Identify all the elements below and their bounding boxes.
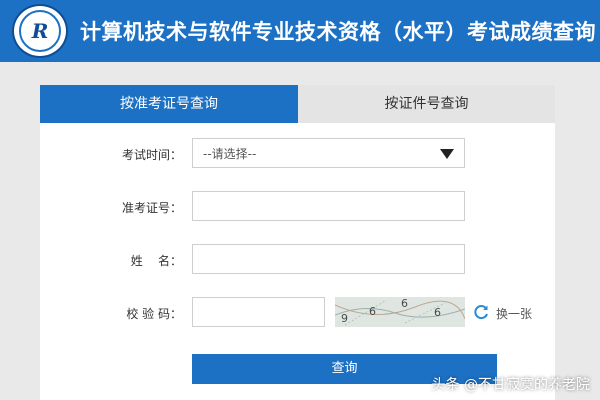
name-label: 姓 名： bbox=[130, 254, 182, 268]
refresh-icon[interactable] bbox=[472, 303, 490, 321]
captcha-image[interactable]: 9 6 6 6 bbox=[335, 297, 465, 327]
captcha-char: 6 bbox=[401, 297, 408, 310]
captcha-char: 9 bbox=[341, 312, 348, 325]
exam-time-select[interactable]: --请选择-- bbox=[192, 138, 465, 168]
header-bar: R 计算机技术与软件专业技术资格（水平）考试成绩查询 bbox=[0, 0, 600, 62]
ticket-number-label: 准考证号： bbox=[121, 201, 182, 215]
logo-ring: R bbox=[19, 10, 61, 52]
captcha-noise: 9 6 6 6 bbox=[335, 297, 465, 326]
query-panel: 按准考证号查询 按证件号查询 考试时间： --请选择-- 准考证号： 姓 名： … bbox=[40, 85, 555, 400]
captcha-label: 校 验 码： bbox=[126, 307, 182, 321]
captcha-char: 6 bbox=[434, 306, 441, 319]
query-tabs: 按准考证号查询 按证件号查询 bbox=[40, 85, 555, 123]
refresh-captcha-link[interactable]: 换一张 bbox=[496, 305, 532, 322]
captcha-char: 6 bbox=[369, 305, 376, 318]
tab-ticket-number[interactable]: 按准考证号查询 bbox=[40, 85, 298, 123]
chevron-down-icon bbox=[440, 149, 454, 159]
watermark: 头条 @不甘寂寞的养老院 bbox=[431, 377, 590, 393]
exam-time-label: 考试时间： bbox=[121, 148, 182, 162]
exam-time-value: --请选择-- bbox=[203, 146, 257, 161]
tab-id-number[interactable]: 按证件号查询 bbox=[298, 85, 555, 123]
logo-letter: R bbox=[31, 19, 49, 43]
ticket-number-input[interactable] bbox=[192, 191, 465, 221]
page-title: 计算机技术与软件专业技术资格（水平）考试成绩查询 bbox=[80, 20, 596, 44]
name-input[interactable] bbox=[192, 244, 465, 274]
captcha-input[interactable] bbox=[192, 297, 325, 327]
logo: R bbox=[12, 4, 68, 58]
